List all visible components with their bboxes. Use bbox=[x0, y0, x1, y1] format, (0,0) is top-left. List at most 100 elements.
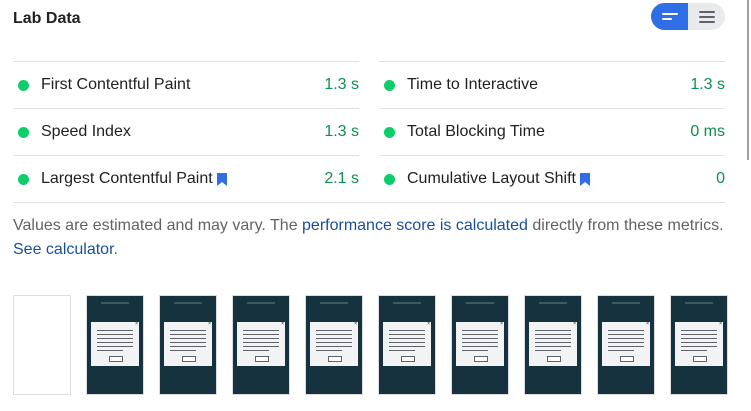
filmstrip: × × × × × × × × × bbox=[13, 295, 728, 395]
metric-value: 1.3 s bbox=[324, 123, 359, 140]
close-icon: × bbox=[500, 321, 503, 327]
metric-label: Total Blocking Time bbox=[407, 123, 545, 140]
thumbnail-dialog: × bbox=[383, 321, 431, 366]
metric-value: 2.1 s bbox=[324, 170, 359, 187]
thumbnail-button bbox=[620, 356, 634, 362]
thumbnail-text-line bbox=[462, 342, 498, 343]
metric-value: 1.3 s bbox=[324, 76, 359, 93]
metric-label: Cumulative Layout Shift bbox=[407, 170, 576, 187]
metric-speed-index: Speed Index 1.3 s bbox=[13, 108, 359, 155]
thumbnail-text-line bbox=[243, 338, 279, 339]
thumbnail-dialog: × bbox=[164, 321, 212, 366]
thumbnail-text-line bbox=[681, 330, 717, 331]
thumbnail-text-line bbox=[97, 330, 133, 331]
scrollbar[interactable] bbox=[747, 0, 749, 160]
close-icon: × bbox=[646, 321, 649, 327]
see-calculator-link[interactable]: See calculator bbox=[13, 241, 114, 258]
thumbnail-text-line bbox=[535, 342, 571, 343]
metric-largest-contentful-paint: Largest Contentful Paint 2.1 s bbox=[13, 155, 359, 202]
thumbnail-text-line bbox=[97, 346, 133, 347]
view-toggle[interactable] bbox=[651, 3, 725, 30]
thumbnail-text-line bbox=[389, 346, 425, 347]
thumbnail-text-line bbox=[243, 342, 279, 343]
thumbnail-header-bar bbox=[466, 302, 494, 304]
thumbnail-text-line bbox=[535, 334, 571, 335]
pass-status-icon bbox=[18, 79, 29, 91]
thumbnail-header-bar bbox=[101, 302, 129, 304]
close-icon: × bbox=[135, 321, 138, 327]
thumbnail-text-line bbox=[97, 350, 123, 351]
close-icon: × bbox=[354, 321, 357, 327]
thumbnail-text-line bbox=[462, 346, 498, 347]
close-icon: × bbox=[573, 321, 576, 327]
thumbnail-text-line bbox=[316, 342, 352, 343]
metric-label: Speed Index bbox=[41, 123, 131, 140]
bookmark-icon[interactable] bbox=[579, 172, 590, 186]
thumbnail-button bbox=[693, 356, 707, 362]
metric-label: Largest Contentful Paint bbox=[41, 170, 213, 187]
thumbnail-text-line bbox=[316, 330, 352, 331]
thumbnail-text-line bbox=[389, 342, 425, 343]
metrics-view-button[interactable] bbox=[651, 3, 688, 30]
close-icon: × bbox=[208, 321, 211, 327]
section-title: Lab Data bbox=[13, 10, 81, 27]
metric-first-contentful-paint: First Contentful Paint 1.3 s bbox=[13, 61, 359, 108]
thumbnail-header-bar bbox=[174, 302, 202, 304]
filmstrip-frame: × bbox=[670, 295, 728, 395]
list-lines-icon bbox=[698, 10, 715, 23]
filmstrip-frame bbox=[13, 295, 71, 395]
filmstrip-frame: × bbox=[378, 295, 436, 395]
thumbnail-text-line bbox=[316, 338, 352, 339]
list-view-button[interactable] bbox=[688, 3, 725, 30]
thumbnail-text-line bbox=[170, 330, 206, 331]
thumbnail-header-bar bbox=[247, 302, 275, 304]
thumbnail-text-line bbox=[170, 338, 206, 339]
close-icon: × bbox=[719, 321, 722, 327]
thumbnail-text-line bbox=[608, 346, 644, 347]
thumbnail-text-line bbox=[97, 342, 133, 343]
metric-cumulative-layout-shift: Cumulative Layout Shift 0 bbox=[379, 155, 725, 202]
metrics-grid: First Contentful Paint 1.3 s Speed Index… bbox=[13, 61, 725, 202]
thumbnail-dialog: × bbox=[310, 321, 358, 366]
bookmark-icon[interactable] bbox=[216, 172, 227, 186]
metrics-column-left: First Contentful Paint 1.3 s Speed Index… bbox=[13, 61, 359, 202]
thumbnail-text-line bbox=[535, 338, 571, 339]
thumbnail-text-line bbox=[535, 330, 571, 331]
thumbnail-header-bar bbox=[393, 302, 421, 304]
thumbnail-text-line bbox=[681, 346, 717, 347]
thumbnail-text-line bbox=[243, 330, 279, 331]
thumbnail-text-line bbox=[389, 350, 415, 351]
thumbnail-text-line bbox=[462, 330, 498, 331]
thumbnail-text-line bbox=[243, 346, 279, 347]
thumbnail-text-line bbox=[389, 330, 425, 331]
metrics-column-right: Time to Interactive 1.3 s Total Blocking… bbox=[379, 61, 725, 202]
thumbnail-text-line bbox=[462, 338, 498, 339]
thumbnail-text-line bbox=[170, 334, 206, 335]
thumbnail-text-line bbox=[97, 338, 133, 339]
filmstrip-frame: × bbox=[232, 295, 290, 395]
performance-score-link[interactable]: performance score is calculated bbox=[302, 217, 528, 234]
filmstrip-frame: × bbox=[86, 295, 144, 395]
pass-status-icon bbox=[18, 126, 29, 138]
thumbnail-text-line bbox=[535, 350, 561, 351]
thumbnail-text-line bbox=[316, 334, 352, 335]
pass-status-icon bbox=[384, 126, 395, 138]
thumbnail-text-line bbox=[389, 338, 425, 339]
thumbnail-dialog: × bbox=[237, 321, 285, 366]
thumbnail-text-line bbox=[608, 350, 634, 351]
metric-total-blocking-time: Total Blocking Time 0 ms bbox=[379, 108, 725, 155]
close-icon: × bbox=[281, 321, 284, 327]
thumbnail-button bbox=[474, 356, 488, 362]
thumbnail-text-line bbox=[535, 346, 571, 347]
thumbnail-button bbox=[328, 356, 342, 362]
filmstrip-frame: × bbox=[524, 295, 582, 395]
thumbnail-button bbox=[401, 356, 415, 362]
thumbnail-text-line bbox=[170, 342, 206, 343]
thumbnail-text-line bbox=[316, 346, 352, 347]
thumbnail-text-line bbox=[462, 350, 488, 351]
thumbnail-text-line bbox=[681, 350, 707, 351]
pass-status-icon bbox=[384, 79, 395, 91]
thumbnail-button bbox=[255, 356, 269, 362]
filmstrip-frame: × bbox=[159, 295, 217, 395]
thumbnail-text-line bbox=[316, 350, 342, 351]
